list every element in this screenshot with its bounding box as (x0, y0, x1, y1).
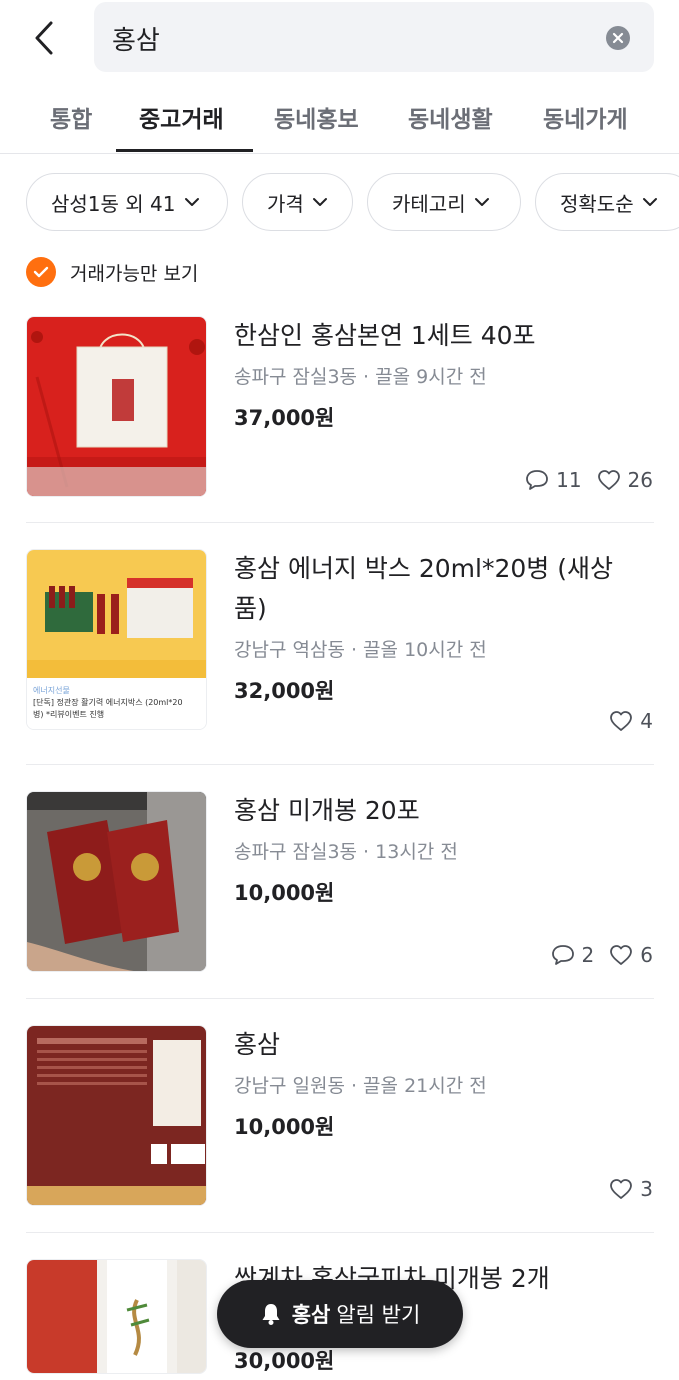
list-item[interactable]: 에너지선물 [단독] 정관장 활기력 에너지박스 (20ml*20 병) *리뷰… (0, 549, 679, 749)
item-title: 한삼인 홍삼본연 1세트 40포 (234, 321, 536, 350)
thumb-caption-line2: 병) *리뷰이벤트 진행 (33, 710, 105, 719)
item-stats: 4 (594, 709, 653, 733)
item-title: 홍삼 (234, 1030, 281, 1059)
item-thumbnail (26, 791, 207, 972)
item-time: 10시간 전 (404, 639, 487, 661)
list-item[interactable]: 홍삼 강남구 일원동 · 끌올 21시간 전 10,000원 3 (0, 1025, 679, 1225)
like-count: 26 (596, 468, 653, 492)
active-tab-indicator (116, 149, 253, 152)
chevron-down-icon (474, 198, 489, 206)
divider (26, 1232, 654, 1233)
item-price: 32,000원 (234, 679, 335, 703)
item-meta: 강남구 역삼동 · 끌올 10시간 전 (234, 639, 487, 661)
like-count-value: 4 (640, 709, 653, 733)
item-location: 강남구 역삼동 (234, 639, 345, 661)
item-title: 홍삼 에너지 박스 20ml*20병 (새상품) (234, 554, 613, 623)
heart-icon (597, 470, 620, 490)
chevron-left-icon (35, 21, 53, 55)
available-only-toggle[interactable]: 거래가능만 보기 (26, 256, 198, 288)
item-price: 30,000원 (234, 1349, 335, 1373)
item-location: 송파구 잠실3동 (234, 841, 358, 863)
item-thumbnail (26, 1025, 207, 1206)
item-meta: 송파구 잠실3동 · 13시간 전 (234, 841, 458, 863)
item-bump: 끌올 (375, 366, 411, 388)
keyword-alert-button[interactable]: 홍삼 알림 받기 (217, 1280, 463, 1348)
chevron-down-icon (184, 198, 199, 206)
filter-sort-label: 정확도순 (560, 191, 634, 216)
tab-local-store[interactable]: 동네가게 (543, 100, 628, 134)
item-location: 송파구 잠실3동 (234, 366, 358, 388)
tab-local-life[interactable]: 동네생활 (408, 100, 493, 134)
search-tabs: 통합 중고거래 동네홍보 동네생활 동네가게 (0, 88, 679, 154)
like-count-value: 26 (627, 468, 653, 492)
tab-all[interactable]: 통합 (50, 100, 92, 134)
item-meta: 강남구 일원동 · 끌올 21시간 전 (234, 1075, 487, 1097)
chevron-down-icon (642, 198, 657, 206)
tab-local-promo[interactable]: 동네홍보 (274, 100, 359, 134)
item-price: 10,000원 (234, 881, 335, 905)
chat-count-value: 2 (581, 943, 595, 967)
like-count-value: 3 (640, 1177, 653, 1201)
alert-keyword: 홍삼 (291, 1303, 331, 1327)
filter-price-label: 가격 (267, 191, 304, 216)
search-bar[interactable]: 홍삼 (94, 2, 654, 72)
alert-label: 알림 받기 (336, 1303, 421, 1327)
item-thumbnail: 에너지선물 [단독] 정관장 활기력 에너지박스 (20ml*20 병) *리뷰… (26, 549, 207, 730)
item-time: 13시간 전 (375, 841, 458, 863)
close-icon (612, 32, 624, 44)
item-stats: 11 26 (510, 468, 653, 492)
item-bump: 끌올 (363, 1075, 399, 1097)
tab-used-trade[interactable]: 중고거래 (139, 100, 224, 134)
back-button[interactable] (24, 18, 64, 58)
list-item[interactable]: 한삼인 홍삼본연 1세트 40포 송파구 잠실3동 · 끌올 9시간 전 37,… (0, 316, 679, 516)
divider (26, 998, 654, 999)
checkbox[interactable] (26, 257, 56, 287)
filter-price[interactable]: 가격 (242, 173, 353, 231)
chat-count: 2 (550, 943, 595, 967)
filter-category[interactable]: 카테고리 (367, 173, 521, 231)
item-time: 21시간 전 (404, 1075, 487, 1097)
list-item[interactable]: 홍삼 미개봉 20포 송파구 잠실3동 · 13시간 전 10,000원 2 6 (0, 791, 679, 991)
clear-search-button[interactable] (606, 26, 630, 50)
like-count: 3 (608, 1177, 653, 1201)
check-icon (33, 266, 49, 278)
like-count: 6 (608, 943, 653, 967)
item-price: 10,000원 (234, 1115, 335, 1139)
chat-icon (526, 470, 548, 490)
like-count-value: 6 (640, 943, 653, 967)
item-location: 강남구 일원동 (234, 1075, 345, 1097)
item-price: 37,000원 (234, 406, 335, 430)
like-count: 4 (608, 709, 653, 733)
filter-category-label: 카테고리 (392, 191, 466, 216)
item-title: 홍삼 미개봉 20포 (234, 796, 420, 825)
heart-icon (610, 945, 633, 965)
thumb-caption-small: 에너지선물 (33, 686, 70, 695)
item-stats: 3 (594, 1177, 653, 1201)
filter-sort[interactable]: 정확도순 (535, 173, 679, 231)
filter-location[interactable]: 삼성1동 외 41 (26, 173, 228, 231)
bell-icon (262, 1304, 280, 1325)
available-only-label: 거래가능만 보기 (70, 262, 199, 285)
heart-icon (610, 1179, 633, 1199)
item-meta: 송파구 잠실3동 · 끌올 9시간 전 (234, 366, 487, 388)
chat-icon (551, 945, 574, 965)
chat-count-value: 11 (556, 468, 582, 492)
divider (26, 522, 654, 523)
thumb-caption-line1: [단독] 정관장 활기력 에너지박스 (20ml*20 (33, 698, 183, 707)
item-bump: 끌올 (363, 639, 399, 661)
item-stats: 2 6 (536, 943, 653, 967)
item-time: 9시간 전 (416, 366, 487, 388)
filter-chips: 삼성1동 외 41 가격 카테고리 정확도순 (0, 173, 679, 231)
heart-icon (610, 711, 633, 731)
chevron-down-icon (312, 198, 327, 206)
item-thumbnail (26, 1259, 207, 1374)
item-thumbnail (26, 316, 207, 497)
search-input[interactable]: 홍삼 (112, 20, 160, 57)
chat-count: 11 (524, 468, 582, 492)
divider (26, 764, 654, 765)
top-bar: 홍삼 (0, 0, 679, 80)
filter-location-label: 삼성1동 외 41 (51, 191, 176, 216)
